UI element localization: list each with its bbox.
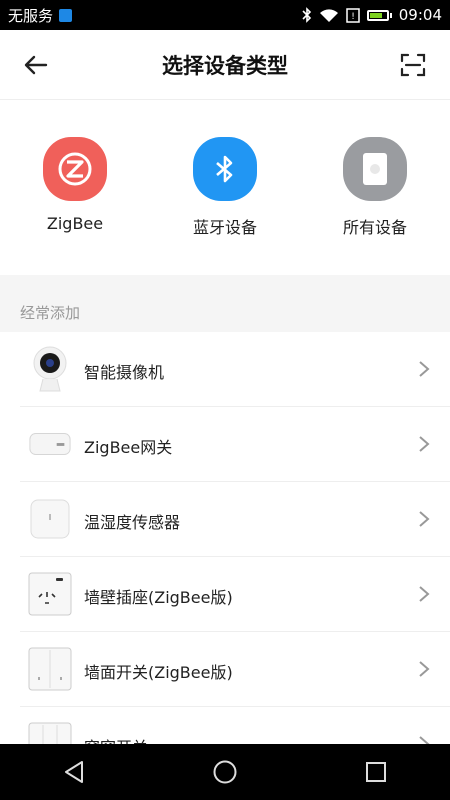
carrier-text: 无服务	[8, 6, 54, 25]
camera-icon	[28, 346, 72, 392]
wall-socket-icon	[28, 572, 72, 616]
scan-button[interactable]	[398, 50, 428, 80]
category-label: 所有设备	[342, 218, 407, 237]
category-all-devices[interactable]: 所有设备	[315, 100, 435, 238]
nav-recents-icon[interactable]	[365, 761, 387, 783]
list-item-wall-socket[interactable]: 墙壁插座(ZigBee版)	[0, 557, 450, 632]
list-item-sensor[interactable]: 温湿度传感器	[0, 482, 450, 557]
chevron-right-icon	[419, 436, 430, 452]
category-zigbee[interactable]: ZigBee	[15, 100, 135, 233]
chevron-right-icon	[419, 586, 430, 602]
nav-back-icon[interactable]	[63, 760, 85, 784]
device-icon	[343, 137, 407, 201]
sim-status-icon: !	[346, 8, 360, 23]
item-label: 智能摄像机	[84, 363, 165, 382]
chevron-right-icon	[419, 661, 430, 677]
bluetooth-status-icon	[302, 7, 311, 23]
category-label: ZigBee	[46, 214, 104, 233]
sim-icon	[59, 8, 73, 22]
category-bluetooth[interactable]: 蓝牙设备	[165, 100, 285, 238]
section-header: 经常添加	[0, 275, 450, 332]
item-label: 温湿度传感器	[84, 513, 181, 532]
back-arrow-icon	[24, 55, 48, 75]
header-bar: 选择设备类型	[0, 30, 450, 100]
wifi-icon	[319, 8, 338, 22]
item-label: 墙壁插座(ZigBee版)	[84, 588, 233, 607]
svg-text:!: !	[351, 12, 355, 22]
scan-icon	[400, 53, 426, 77]
list-item-camera[interactable]: 智能摄像机	[0, 332, 450, 407]
list-item-gateway[interactable]: ZigBee网关	[0, 407, 450, 482]
chevron-right-icon	[419, 361, 430, 377]
zigbee-icon	[43, 137, 107, 201]
sensor-icon	[28, 497, 72, 541]
item-label: ZigBee网关	[84, 438, 173, 457]
battery-icon	[366, 9, 392, 21]
gateway-icon	[28, 422, 72, 466]
frequent-devices-list: 智能摄像机 ZigBee网关 温湿度传感器 墙壁插座(ZigBee版) 墙面开关…	[0, 332, 450, 782]
bluetooth-icon	[193, 137, 257, 201]
item-label: 墙面开关(ZigBee版)	[84, 663, 233, 682]
back-button[interactable]	[20, 50, 52, 80]
list-item-wall-switch[interactable]: 墙面开关(ZigBee版)	[0, 632, 450, 707]
nav-home-icon[interactable]	[212, 759, 238, 785]
device-type-categories: ZigBee 蓝牙设备 所有设备	[0, 100, 450, 275]
section-title: 经常添加	[20, 304, 81, 322]
status-bar: 无服务 ! 09:04	[0, 0, 450, 30]
navigation-bar	[0, 744, 450, 800]
clock-text: 09:04	[398, 6, 442, 24]
chevron-right-icon	[419, 511, 430, 527]
page-title: 选择设备类型	[162, 53, 288, 78]
category-label: 蓝牙设备	[192, 218, 257, 237]
wall-switch-icon	[28, 647, 72, 691]
